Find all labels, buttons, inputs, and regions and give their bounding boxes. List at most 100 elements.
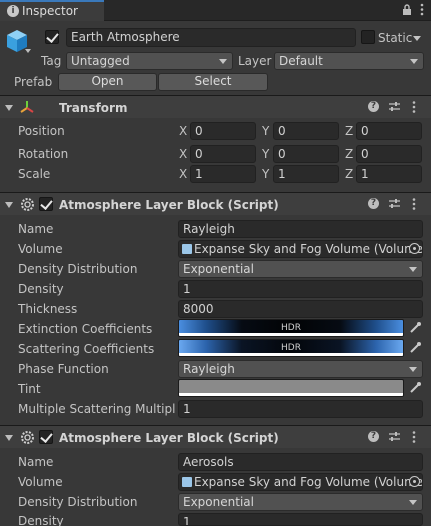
hdr-label: HDR xyxy=(281,323,301,333)
static-dropdown-arrow[interactable] xyxy=(413,36,421,41)
layer1-extinction-label: Extinction Coefficients xyxy=(18,322,153,336)
row-label: Rotation xyxy=(18,147,69,161)
object-name: Earth Atmosphere xyxy=(71,30,180,44)
icon-dropdown-arrow[interactable] xyxy=(25,49,31,53)
tint-color-swatch[interactable] xyxy=(178,379,404,397)
presets-icon[interactable] xyxy=(389,198,400,209)
object-name-field[interactable]: Earth Atmosphere xyxy=(66,28,356,47)
object-picker-icon[interactable] xyxy=(409,476,420,487)
layer1-multi-label: Multiple Scattering Multiplie xyxy=(18,402,176,416)
layer1-density-label: Density xyxy=(18,282,64,296)
layer2-volume-label: Volume xyxy=(18,475,63,489)
layer1-volume-field[interactable]: Expanse Sky and Fog Volume (Volume xyxy=(178,240,423,258)
layer-dropdown[interactable]: Default xyxy=(274,52,424,70)
scale-x-field[interactable]: 1 xyxy=(190,165,256,183)
kebab-menu-icon[interactable] xyxy=(412,431,416,444)
layer1-phase-label: Phase Function xyxy=(18,362,109,376)
position-x-field[interactable]: 0 xyxy=(190,122,256,140)
rotation-y-field[interactable]: 0 xyxy=(273,145,339,163)
layer1-header[interactable]: Atmosphere Layer Block (Script) ? xyxy=(0,192,431,215)
axis-y-label[interactable]: Y xyxy=(262,147,269,161)
hdr-label: HDR xyxy=(281,343,301,353)
axis-z-label[interactable]: Z xyxy=(345,147,353,161)
layer2-name-field[interactable]: Aerosols xyxy=(178,453,423,471)
layer1-scattering-label: Scattering Coefficients xyxy=(18,342,155,356)
script-gear-icon xyxy=(20,197,35,212)
kebab-menu-icon[interactable] xyxy=(420,3,424,16)
layer1-thickness-label: Thickness xyxy=(18,302,78,316)
lock-icon[interactable] xyxy=(402,4,412,15)
row-label: Position xyxy=(18,124,65,138)
rotation-x-field[interactable]: 0 xyxy=(190,145,256,163)
object-picker-icon[interactable] xyxy=(409,243,420,254)
layer1-phase-dropdown[interactable]: Rayleigh xyxy=(178,360,423,378)
row-label: Scale xyxy=(18,167,51,181)
layer1-volume-label: Volume xyxy=(18,242,63,256)
transform-title: Transform xyxy=(59,101,128,115)
prefab-open-button[interactable]: Open xyxy=(58,73,157,91)
foldout-arrow-icon[interactable] xyxy=(5,105,13,111)
layer1-name-field[interactable]: Rayleigh xyxy=(178,220,423,238)
layer1-enabled-checkbox[interactable] xyxy=(39,197,53,211)
scale-y-field[interactable]: 1 xyxy=(273,165,339,183)
axis-x-label[interactable]: X xyxy=(179,167,187,181)
presets-icon[interactable] xyxy=(389,101,400,112)
eyedropper-icon[interactable] xyxy=(408,381,422,395)
axis-y-label[interactable]: Y xyxy=(262,124,269,138)
presets-icon[interactable] xyxy=(389,431,400,442)
prefab-select-button[interactable]: Select xyxy=(158,73,268,91)
chevron-down-icon xyxy=(409,500,417,505)
layer2-title: Atmosphere Layer Block (Script) xyxy=(59,431,279,445)
kebab-menu-icon[interactable] xyxy=(412,198,416,211)
layer1-density-dist-label: Density Distribution xyxy=(18,262,138,276)
layer1-tint-label: Tint xyxy=(18,382,41,396)
chevron-down-icon xyxy=(409,267,417,272)
transform-header[interactable]: Transform ? xyxy=(0,95,431,118)
axis-z-label[interactable]: Z xyxy=(345,124,353,138)
scale-z-field[interactable]: 1 xyxy=(356,165,422,183)
prefab-label: Prefab xyxy=(14,75,53,89)
eyedropper-icon[interactable] xyxy=(408,341,422,355)
layer1-thickness-field[interactable]: 8000 xyxy=(178,300,423,318)
help-icon[interactable]: ? xyxy=(368,198,379,209)
layer2-enabled-checkbox[interactable] xyxy=(39,430,53,444)
layer1-title: Atmosphere Layer Block (Script) xyxy=(59,198,279,212)
layer1-name-label: Name xyxy=(18,222,54,236)
chevron-down-icon xyxy=(219,59,227,64)
axis-z-label[interactable]: Z xyxy=(345,167,353,181)
layer-label: Layer xyxy=(238,54,272,68)
inspector-tab[interactable]: i Inspector xyxy=(0,0,104,21)
eyedropper-icon[interactable] xyxy=(408,321,422,335)
position-y-field[interactable]: 0 xyxy=(273,122,339,140)
layer2-density-dist-dropdown[interactable]: Exponential xyxy=(178,493,423,511)
rotation-z-field[interactable]: 0 xyxy=(356,145,422,163)
kebab-menu-icon[interactable] xyxy=(412,101,416,114)
tag-dropdown[interactable]: Untagged xyxy=(66,52,233,70)
layer1-density-field[interactable]: 1 xyxy=(178,280,423,298)
info-icon: i xyxy=(7,5,19,17)
layer1-density-dist-dropdown[interactable]: Exponential xyxy=(178,260,423,278)
static-checkbox[interactable] xyxy=(361,30,375,44)
position-z-field[interactable]: 0 xyxy=(356,122,422,140)
foldout-arrow-icon[interactable] xyxy=(5,435,13,441)
layer2-density-field[interactable]: 1 xyxy=(178,513,423,526)
layer2-density-dist-label: Density Distribution xyxy=(18,495,138,509)
layer2-header[interactable]: Atmosphere Layer Block (Script) ? xyxy=(0,425,431,448)
layer2-volume-field[interactable]: Expanse Sky and Fog Volume (Volume xyxy=(178,473,423,491)
chevron-down-icon xyxy=(410,59,418,64)
extinction-color-swatch[interactable]: HDR xyxy=(178,319,404,337)
layer2-density-label: Density xyxy=(18,514,64,526)
tag-label: Tag xyxy=(41,54,62,68)
layer1-multi-field[interactable]: 1 xyxy=(178,400,423,418)
help-icon[interactable]: ? xyxy=(368,431,379,442)
axis-y-label[interactable]: Y xyxy=(262,167,269,181)
tag-value: Untagged xyxy=(71,54,130,68)
active-checkbox[interactable] xyxy=(45,30,59,44)
script-gear-icon xyxy=(20,430,35,445)
foldout-arrow-icon[interactable] xyxy=(5,202,13,208)
axis-x-label[interactable]: X xyxy=(179,124,187,138)
layer-value: Default xyxy=(279,54,323,68)
help-icon[interactable]: ? xyxy=(368,101,379,112)
scattering-color-swatch[interactable]: HDR xyxy=(178,339,404,357)
axis-x-label[interactable]: X xyxy=(179,147,187,161)
